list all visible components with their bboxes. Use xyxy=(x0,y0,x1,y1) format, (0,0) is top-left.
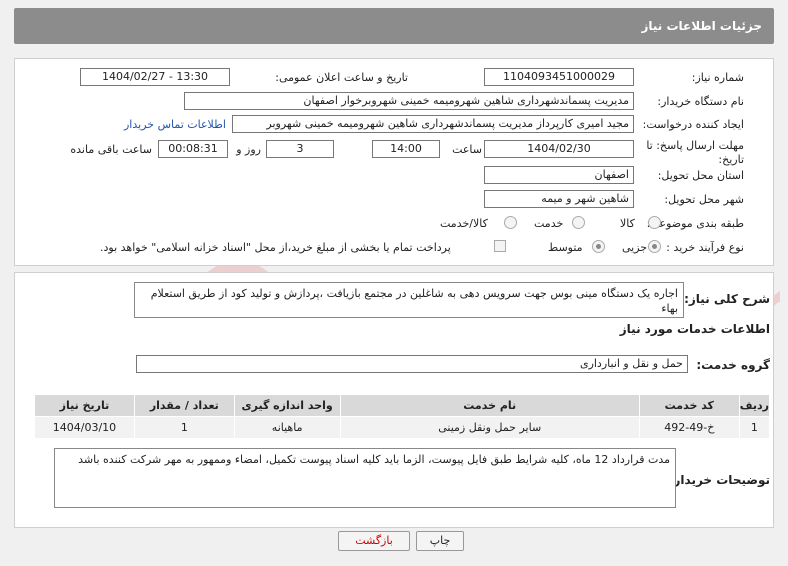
creator-field: مجید امیری کارپرداز مدیریت پسماندشهرداری… xyxy=(232,115,634,133)
announce-datetime-field: 1404/02/27 - 13:30 xyxy=(80,68,230,86)
cell-service-code: خ-49-492 xyxy=(638,416,740,439)
service-group-field: حمل و نقل و انبارداری xyxy=(136,355,688,373)
cell-unit: ماهیانه xyxy=(233,416,341,439)
process-option-medium: متوسط xyxy=(548,241,583,254)
buyer-contact-link[interactable]: اطلاعات تماس خریدار xyxy=(124,118,226,131)
days-field: 3 xyxy=(266,140,334,158)
process-radio-minor[interactable] xyxy=(648,240,661,253)
category-radio-goods-service[interactable] xyxy=(504,216,517,229)
treasury-payment-checkbox[interactable] xyxy=(494,240,506,252)
remaining-time-label: ساعت باقی مانده xyxy=(70,143,152,156)
category-label: طبقه بندی موضوعی: xyxy=(646,217,744,230)
back-button[interactable]: بازگشت xyxy=(338,531,410,551)
print-button[interactable]: چاپ xyxy=(416,531,464,551)
table-row: 1404/03/10 1 ماهیانه سایر حمل ونقل زمینی… xyxy=(34,416,771,439)
need-info-panel xyxy=(14,58,774,266)
buyer-notes-label: توضیحات خریدار: xyxy=(668,473,770,487)
province-field: اصفهان xyxy=(484,166,634,184)
buyer-field: مدیریت پسماندشهرداری شاهین شهرومیمه خمین… xyxy=(184,92,634,110)
category-radio-service[interactable] xyxy=(572,216,585,229)
col-service-name: نام خدمت xyxy=(339,394,640,417)
deadline-date-field: 1404/02/30 xyxy=(484,140,634,158)
services-table-header: تاریخ نیاز تعداد / مقدار واحد اندازه گیر… xyxy=(34,394,771,417)
category-radio-goods[interactable] xyxy=(648,216,661,229)
col-service-code: کد خدمت xyxy=(638,394,740,417)
announce-label: تاریخ و ساعت اعلان عمومی: xyxy=(275,71,408,84)
process-radio-medium[interactable] xyxy=(592,240,605,253)
description-label: شرح کلی نیاز: xyxy=(684,292,770,306)
page-header: جزئیات اطلاعات نیاز xyxy=(14,8,774,44)
service-group-label: گروه خدمت: xyxy=(696,358,770,372)
col-row: ردیف xyxy=(738,394,771,417)
need-number-field: 1104093451000029 xyxy=(484,68,634,86)
cell-service-name: سایر حمل ونقل زمینی xyxy=(339,416,640,439)
days-label: روز و xyxy=(236,143,261,156)
creator-label: ایجاد کننده درخواست: xyxy=(642,118,744,131)
description-text: اجاره یک دستگاه مینی بوس جهت سرویس دهی ب… xyxy=(134,282,684,318)
need-number-label: شماره نیاز: xyxy=(691,71,744,84)
deadline-time-field: 14:00 xyxy=(372,140,440,158)
col-quantity: تعداد / مقدار xyxy=(133,394,235,417)
process-option-minor: جزیی xyxy=(622,241,648,254)
province-label: استان محل تحویل: xyxy=(657,169,744,182)
remaining-time-field: 00:08:31 xyxy=(158,140,228,158)
cell-date: 1404/03/10 xyxy=(34,416,135,439)
deadline-label: مهلت ارسال پاسخ: تا xyxy=(646,139,744,152)
category-option-goods: کالا xyxy=(620,217,635,230)
process-type-label: نوع فرآیند خرید : xyxy=(666,241,744,254)
cell-row: 1 xyxy=(738,416,771,439)
services-table: تاریخ نیاز تعداد / مقدار واحد اندازه گیر… xyxy=(34,394,771,439)
col-unit: واحد اندازه گیری xyxy=(233,394,341,417)
page-title: جزئیات اطلاعات نیاز xyxy=(641,19,762,33)
city-field: شاهین شهر و میمه xyxy=(484,190,634,208)
buyer-label: نام دستگاه خریدار: xyxy=(657,95,744,108)
services-section-title: اطلاعات خدمات مورد نیاز xyxy=(619,322,770,336)
deadline-time-label: ساعت xyxy=(452,143,482,156)
buyer-notes-text: مدت قرارداد 12 ماه، کلیه شرایط طبق فایل … xyxy=(54,448,676,508)
treasury-payment-note: پرداخت تمام یا بخشی از مبلغ خرید،از محل … xyxy=(100,241,451,254)
category-option-service: خدمت xyxy=(534,217,564,230)
cell-quantity: 1 xyxy=(133,416,235,439)
city-label: شهر محل تحویل: xyxy=(664,193,744,206)
category-option-goods-service: کالا/خدمت xyxy=(440,217,488,230)
deadline-label-date: تاریخ: xyxy=(718,153,744,166)
col-date: تاریخ نیاز xyxy=(34,394,135,417)
